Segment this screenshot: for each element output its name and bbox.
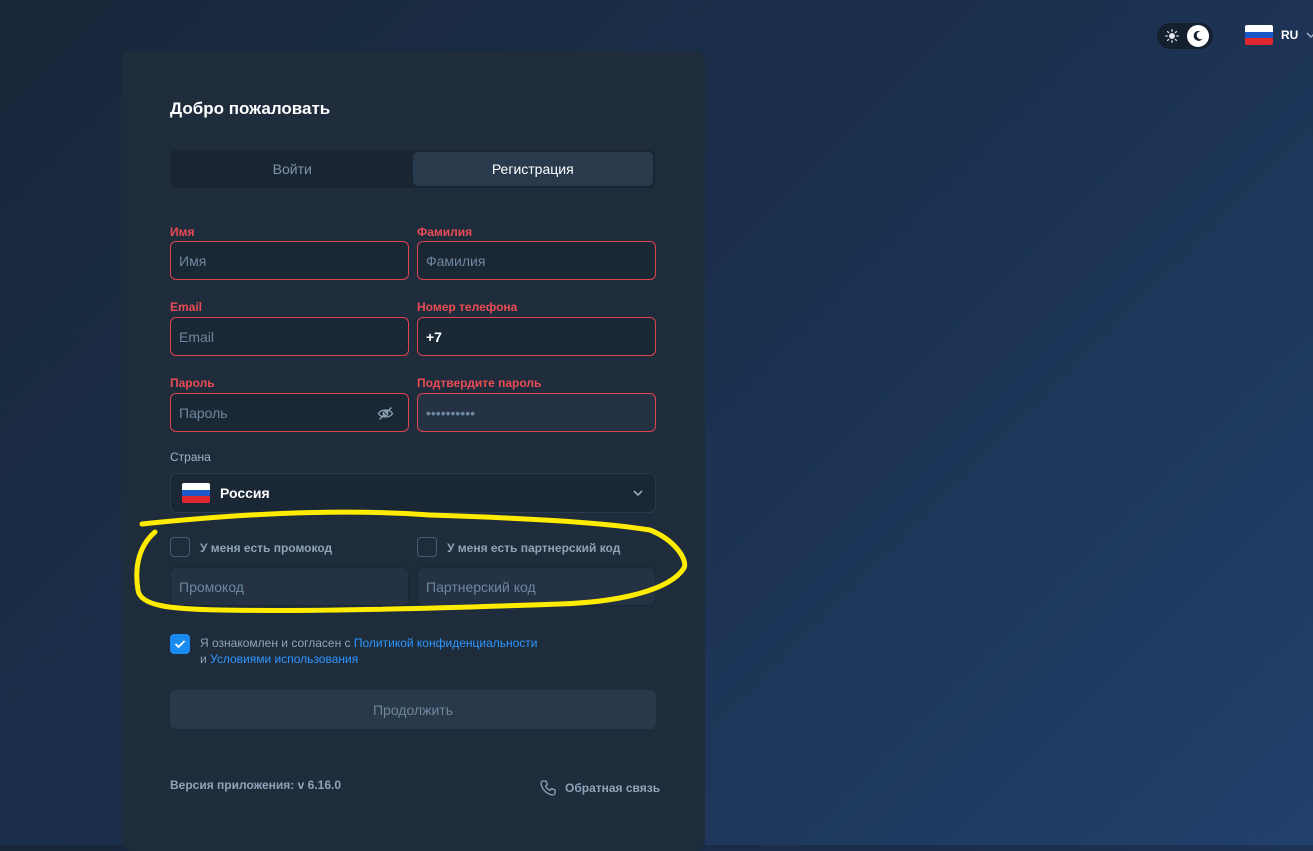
agreement-checkbox[interactable] xyxy=(170,634,190,654)
phone-icon xyxy=(540,780,556,796)
theme-toggle[interactable] xyxy=(1157,23,1213,49)
last-name-label: Фамилия xyxy=(417,225,473,239)
email-label: Email xyxy=(170,300,203,314)
language-code: RU xyxy=(1281,28,1299,42)
last-name-input[interactable] xyxy=(417,241,656,280)
country-value: Россия xyxy=(220,485,270,501)
partner-checkbox[interactable] xyxy=(417,537,437,557)
country-label: Страна xyxy=(170,450,211,464)
auth-tabs: Войти Регистрация xyxy=(170,150,655,188)
phone-input[interactable] xyxy=(417,317,656,356)
registration-card: Добро пожаловать Войти Регистрация Имя Ф… xyxy=(121,51,705,851)
agreement-text-before: Я ознакомлен и согласен с xyxy=(200,636,354,650)
feedback-label: Обратная связь xyxy=(565,781,661,795)
russia-flag-icon xyxy=(182,483,210,503)
phone-label: Номер телефона xyxy=(417,300,518,314)
checkmark-icon xyxy=(174,640,186,649)
password-label: Пароль xyxy=(170,376,215,390)
country-select[interactable]: Россия xyxy=(170,473,656,513)
password-confirm-input[interactable] xyxy=(417,393,656,432)
password-input[interactable] xyxy=(170,393,409,432)
chevron-down-icon xyxy=(633,490,643,497)
partner-code-input[interactable] xyxy=(417,567,656,606)
tab-register[interactable]: Регистрация xyxy=(412,152,653,186)
agreement-and: и xyxy=(200,652,211,666)
russia-flag-icon xyxy=(1245,25,1273,45)
feedback-link[interactable]: Обратная связь xyxy=(539,779,660,797)
promo-checkbox[interactable] xyxy=(170,537,190,557)
app-version: Версия приложения: v 6.16.0 xyxy=(170,778,341,792)
sun-icon[interactable] xyxy=(1161,25,1183,47)
email-input[interactable] xyxy=(170,317,409,356)
promo-code-input[interactable] xyxy=(170,567,409,606)
chevron-down-icon xyxy=(1306,32,1313,38)
page-title: Добро пожаловать xyxy=(170,99,331,118)
eye-off-icon[interactable] xyxy=(376,404,394,422)
tab-login[interactable]: Войти xyxy=(172,152,413,186)
password-confirm-label: Подтвердите пароль xyxy=(417,376,542,390)
promo-checkbox-label: У меня есть промокод xyxy=(200,541,333,555)
moon-icon[interactable] xyxy=(1187,25,1209,47)
terms-link[interactable]: Условиями использования xyxy=(210,652,358,666)
partner-checkbox-label: У меня есть партнерский код xyxy=(447,541,621,555)
language-selector[interactable]: RU xyxy=(1245,25,1313,45)
privacy-policy-link[interactable]: Политикой конфиденциальности xyxy=(354,636,538,650)
first-name-label: Имя xyxy=(170,225,195,239)
first-name-input[interactable] xyxy=(170,241,409,280)
agreement-text: Я ознакомлен и согласен с Политикой конф… xyxy=(200,635,538,667)
continue-button[interactable]: Продолжить xyxy=(170,690,656,729)
